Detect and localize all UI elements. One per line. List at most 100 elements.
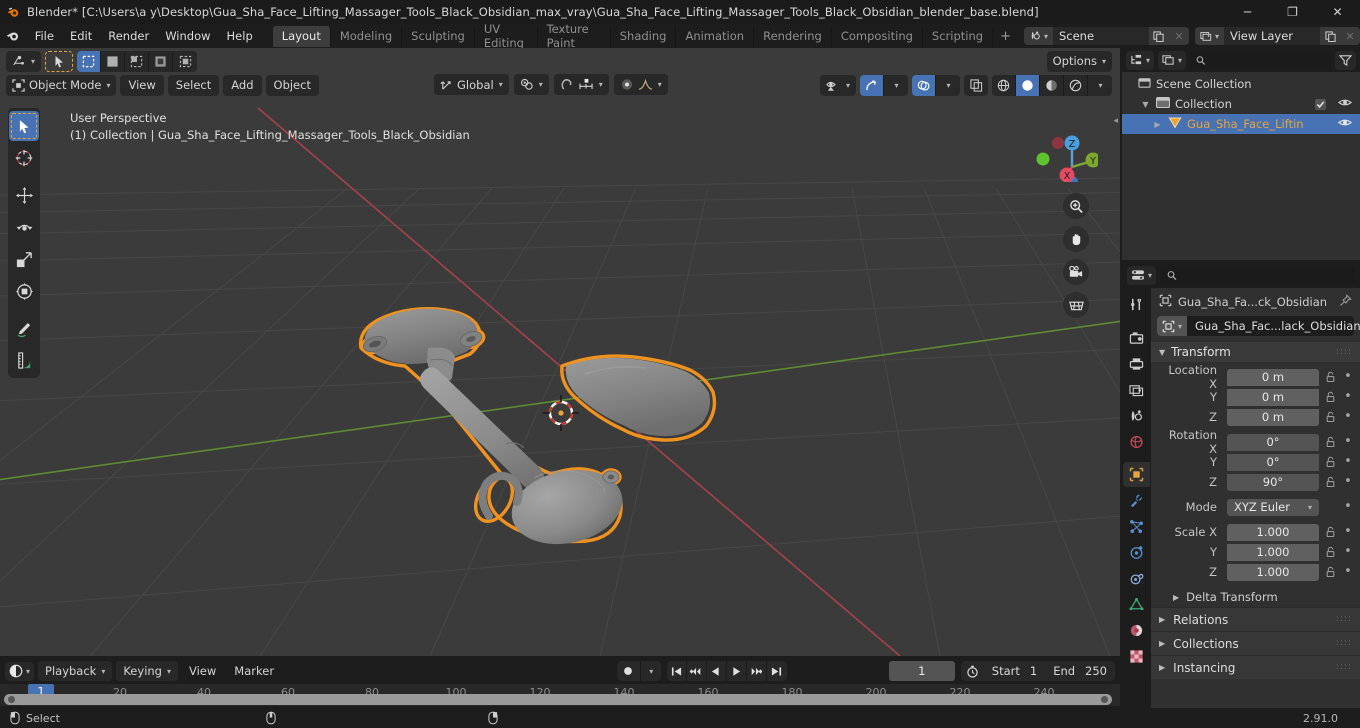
move-tool[interactable]	[9, 180, 39, 210]
location-z-field[interactable]: 0 m	[1227, 408, 1319, 426]
view-layer-selector[interactable]: ▾ View Layer ✕	[1194, 27, 1360, 45]
lock-icon[interactable]	[1323, 436, 1338, 448]
lock-icon[interactable]	[1323, 371, 1338, 383]
timeline-menu-keying[interactable]: Keying ▾	[116, 661, 178, 681]
shading-rendered-button[interactable]	[1064, 74, 1088, 96]
jump-to-end-button[interactable]	[767, 661, 787, 681]
gizmo-dropdown[interactable]: ▾	[884, 75, 908, 96]
workspace-tab-uv-editing[interactable]: UV Editing	[475, 22, 538, 50]
animate-dot-icon[interactable]: •	[1342, 475, 1354, 488]
menu-help[interactable]: Help	[219, 26, 261, 46]
disclosure-triangle-icon[interactable]: ▼	[1159, 348, 1165, 357]
view-layer-icon[interactable]	[1123, 377, 1150, 402]
select-box-tool[interactable]	[9, 111, 39, 141]
outliner-search-box[interactable]	[1190, 50, 1331, 70]
snap-toggle-group[interactable]: ▾	[553, 74, 609, 95]
active-tool-indicator[interactable]	[45, 50, 74, 72]
viewport-options-button[interactable]: Options ▾	[1046, 50, 1112, 72]
close-button[interactable]: ✕	[1315, 0, 1360, 24]
lock-icon[interactable]	[1323, 526, 1338, 538]
auto-keying-group[interactable]: ▾	[616, 661, 661, 681]
use-preview-range-button[interactable]	[961, 661, 984, 681]
scale-y-field[interactable]: 1.000	[1227, 543, 1319, 561]
jump-to-start-button[interactable]	[667, 661, 687, 681]
shading-material-preview-button[interactable]	[1040, 74, 1064, 96]
prev-keyframe-button[interactable]	[687, 661, 707, 681]
lock-icon[interactable]	[1323, 456, 1338, 468]
menu-render[interactable]: Render	[100, 26, 157, 46]
disclosure-triangle-icon[interactable]: ▶	[1159, 615, 1165, 624]
toggle-xray-button[interactable]	[964, 75, 988, 96]
transform-tool[interactable]	[9, 276, 39, 306]
rotation-mode-dropdown[interactable]: XYZ Euler ▾	[1227, 498, 1319, 516]
frame-end-field[interactable]: End 250	[1045, 661, 1115, 681]
unlink-scene-button[interactable]: ✕	[1168, 27, 1189, 45]
workspace-tab-layout[interactable]: Layout	[272, 25, 331, 47]
viewport-menu-view[interactable]: View	[120, 74, 164, 96]
timeline-editor[interactable]: ▾ Playback ▾ Keying ▾ View Marker ▾ 1 St…	[0, 658, 1120, 706]
viewport-menu-select[interactable]: Select	[167, 74, 220, 96]
menu-file[interactable]: File	[27, 26, 62, 46]
modifiers-icon[interactable]	[1123, 488, 1150, 513]
location-x-field[interactable]: 0 m	[1227, 368, 1319, 386]
lock-icon[interactable]	[1323, 546, 1338, 558]
outliner-search-input[interactable]	[1210, 53, 1325, 67]
viewport-menu-add[interactable]: Add	[223, 74, 262, 96]
menu-edit[interactable]: Edit	[62, 26, 100, 46]
scene-name[interactable]: Scene	[1053, 27, 1149, 45]
timeline-editor-type-button[interactable]: ▾	[5, 661, 35, 681]
view-layer-name[interactable]: View Layer	[1224, 27, 1320, 45]
overlay-group[interactable]: ▾	[912, 74, 960, 96]
outliner-editor-type-button[interactable]: ▾	[1126, 50, 1155, 70]
next-keyframe-button[interactable]	[747, 661, 767, 681]
disclosure-triangle-icon[interactable]: ▶	[1152, 120, 1163, 129]
overlay-dropdown[interactable]: ▾	[936, 75, 960, 96]
properties-editor[interactable]: ▾ Gua_Sha_Fa...ck_Obsidian ▾ Gua_Sha_Fac…	[1122, 262, 1360, 708]
drag-handle-icon[interactable]: ::::	[1336, 347, 1352, 356]
delta-transform-subpanel[interactable]: ▶ Delta Transform	[1151, 587, 1360, 607]
lock-icon[interactable]	[1323, 476, 1338, 488]
lock-icon[interactable]	[1323, 566, 1338, 578]
outliner-row-collection[interactable]: ▼ Collection	[1122, 94, 1360, 114]
outliner-filter-button[interactable]	[1335, 50, 1356, 70]
animate-dot-icon[interactable]: •	[1342, 565, 1354, 578]
outliner-editor[interactable]: ▾ ▾ Scene Collection ▼ Collection ▶ Gua_…	[1122, 48, 1360, 260]
tool-icon[interactable]	[1123, 292, 1150, 317]
visibility-eye-icon[interactable]	[1338, 97, 1352, 111]
maximize-button[interactable]: ❐	[1270, 0, 1315, 24]
physics-icon[interactable]	[1123, 540, 1150, 565]
workspace-tab-animation[interactable]: Animation	[676, 25, 755, 47]
blender-menu-icon[interactable]	[0, 29, 27, 43]
shading-solid-button[interactable]	[1016, 74, 1040, 96]
record-icon[interactable]	[617, 661, 641, 681]
shading-mode-group[interactable]: ▾	[992, 74, 1112, 96]
select-mode-group[interactable]	[77, 50, 198, 72]
rotation-z-field[interactable]: 90°	[1227, 473, 1319, 491]
lock-icon[interactable]	[1323, 411, 1338, 423]
show-overlays-button[interactable]	[912, 74, 936, 96]
new-view-layer-button[interactable]	[1320, 27, 1340, 45]
outliner-row-scene-collection[interactable]: Scene Collection	[1122, 74, 1360, 94]
select-intersect-button[interactable]	[173, 51, 197, 72]
scene-selector[interactable]: ▾ Scene ✕	[1023, 27, 1189, 45]
workspace-tab-texture-paint[interactable]: Texture Paint	[538, 22, 611, 50]
3d-viewport[interactable]: ▾ Object Mode ▾ View Select Add Object G…	[0, 48, 1120, 656]
collections-panel-header[interactable]: ▶ Collections ::::	[1151, 631, 1360, 655]
render-icon[interactable]	[1123, 325, 1150, 350]
properties-editor-type-button[interactable]: ▾	[1127, 265, 1157, 285]
scene-icon[interactable]	[1123, 403, 1150, 428]
workspace-tab-rendering[interactable]: Rendering	[754, 25, 832, 47]
object-id-block[interactable]: ▾ Gua_Sha_Fac...lack_Obsidian	[1157, 316, 1360, 336]
outliner-display-mode-button[interactable]: ▾	[1158, 50, 1187, 70]
animate-dot-icon[interactable]: •	[1342, 500, 1354, 513]
object-visibility-selector[interactable]: ▾	[819, 74, 856, 96]
interaction-mode-selector[interactable]: Object Mode ▾	[6, 74, 117, 96]
view-layer-icon[interactable]: ▾	[1194, 27, 1224, 45]
animate-dot-icon[interactable]: •	[1342, 545, 1354, 558]
scrollbar-handle-left[interactable]	[8, 696, 15, 703]
editor-type-selector[interactable]: ▾	[6, 50, 42, 72]
minimize-button[interactable]: ─	[1225, 0, 1270, 24]
select-set-button[interactable]	[77, 50, 102, 72]
object-data-icon[interactable]: ▾	[1157, 316, 1188, 336]
scale-x-field[interactable]: 1.000	[1227, 523, 1319, 541]
